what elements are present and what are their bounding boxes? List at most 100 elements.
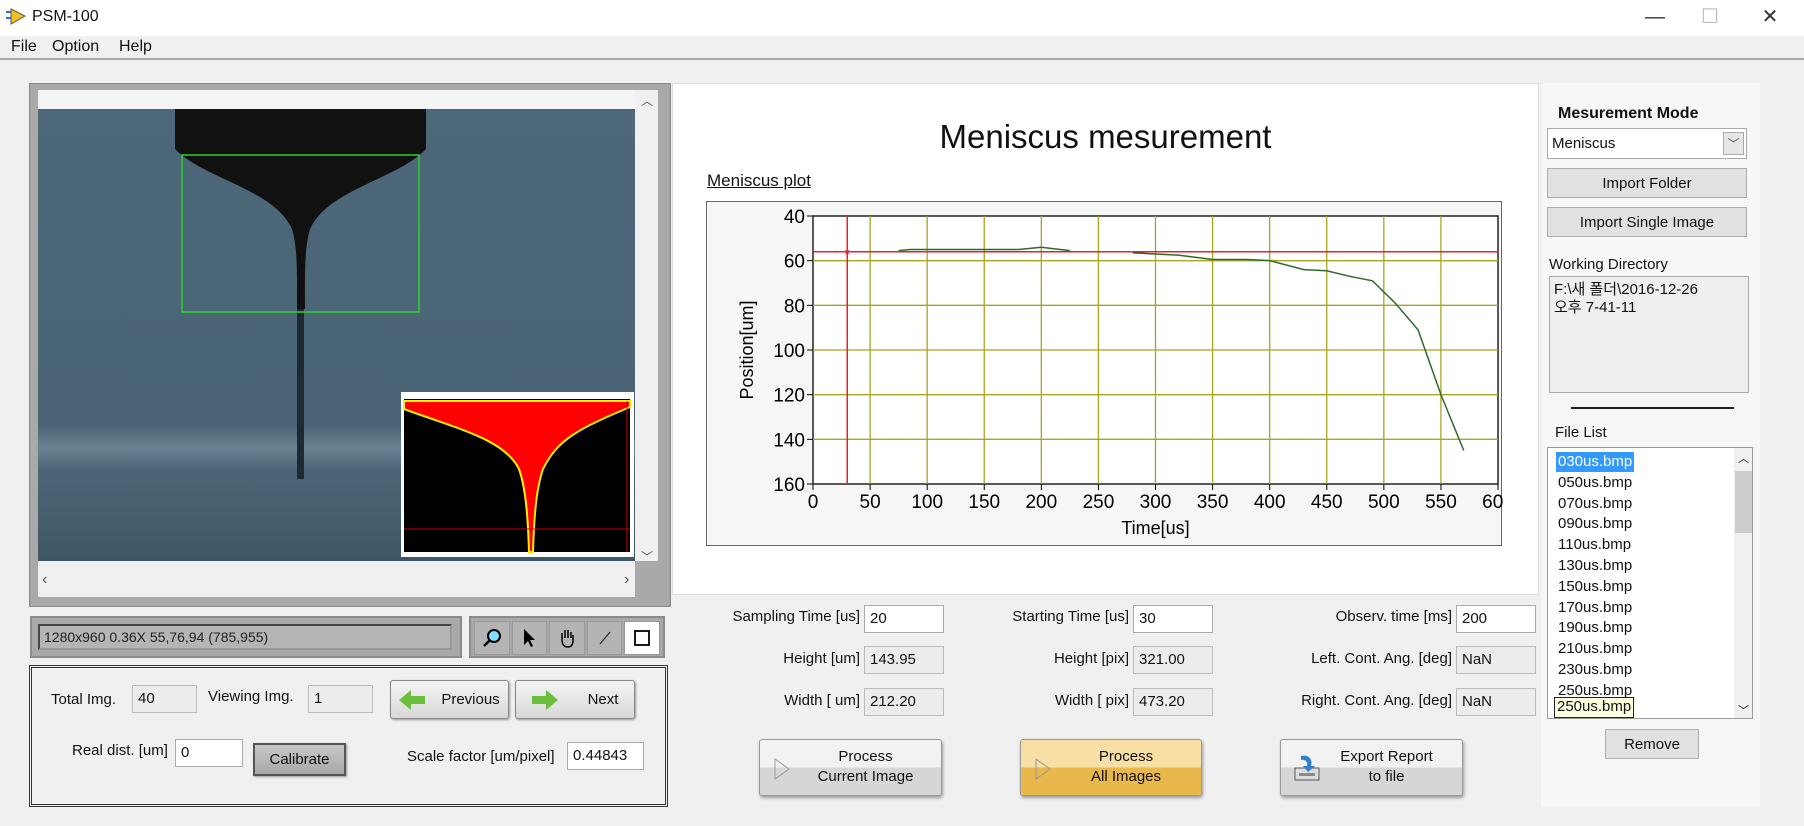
file-list-item[interactable]: 090us.bmp [1556, 514, 1634, 534]
width-um-label: Width [ um] [784, 692, 860, 709]
x-tick-label: 250 [1083, 492, 1115, 513]
pan-tool-button[interactable] [549, 621, 585, 655]
x-tick-label: 600 [1482, 492, 1503, 513]
scroll-down-icon[interactable]: ﹀ [1738, 702, 1749, 718]
arrow-right-icon [531, 689, 558, 710]
previous-button[interactable]: Previous [390, 680, 509, 719]
image-horizontal-scrollbar[interactable]: ‹ › [38, 561, 635, 597]
process-current-line2: Current Image [817, 768, 914, 785]
scale-factor-input[interactable]: 0.44843 [567, 742, 644, 770]
viewing-img-value: 1 [308, 685, 373, 713]
rectangle-tool-button[interactable] [624, 621, 660, 655]
x-tick-label: 200 [1025, 492, 1057, 513]
process-current-image-button[interactable]: Process Current Image [759, 739, 942, 796]
mode-label: Mesurement Mode [1558, 105, 1699, 122]
play-icon [774, 758, 790, 780]
file-list-item[interactable]: 230us.bmp [1556, 660, 1634, 680]
next-button[interactable]: Next [515, 680, 635, 719]
x-tick-label: 300 [1140, 492, 1172, 513]
starting-time-label: Starting Time [us] [1012, 608, 1129, 625]
height-pix-label: Height [pix] [1053, 650, 1129, 667]
working-dir-display: F:\새 폴더\2016-12-26 오후 7-41-11 [1549, 276, 1749, 393]
scroll-down-icon[interactable]: ﹀ [641, 548, 653, 565]
line-tool-button[interactable] [586, 621, 623, 655]
import-folder-button[interactable]: Import Folder [1547, 168, 1747, 198]
sampling-time-label: Sampling Time [us] [732, 608, 860, 625]
import-single-image-button[interactable]: Import Single Image [1547, 207, 1747, 237]
working-dir-label: Working Directory [1549, 256, 1668, 273]
export-report-button[interactable]: Export Report to file [1280, 739, 1463, 796]
x-tick-label: 550 [1425, 492, 1457, 513]
play-icon [1035, 758, 1051, 780]
sampling-time-input[interactable]: 20 [864, 605, 944, 633]
x-tick-label: 500 [1368, 492, 1400, 513]
zoom-tool-button[interactable] [474, 621, 510, 655]
remove-button[interactable]: Remove [1605, 729, 1699, 759]
calibrate-button[interactable]: Calibrate [253, 743, 346, 776]
file-list-item[interactable]: 070us.bmp [1556, 494, 1634, 514]
right-angle-value: NaN [1456, 688, 1536, 716]
observ-time-input[interactable]: 200 [1456, 605, 1536, 633]
menu-help[interactable]: Help [119, 38, 152, 56]
window-title: PSM-100 [32, 8, 99, 25]
scroll-up-icon[interactable]: ︿ [1738, 450, 1749, 466]
meniscus-chart: 0 50 100 150 200 250 300 350 400 450 500 550 600 40 60… [706, 201, 1514, 546]
mode-value: Meniscus [1552, 135, 1616, 152]
x-tick-label: 350 [1197, 492, 1229, 513]
file-list-item[interactable]: 030us.bmp [1556, 452, 1635, 472]
chart-svg: 0 50 100 150 200 250 300 350 400 450 500 550 600 40 60… [737, 207, 1514, 538]
chevron-down-icon[interactable]: ﹀ [1723, 132, 1744, 155]
file-list-item[interactable]: 190us.bmp [1556, 618, 1634, 638]
image-display[interactable] [38, 109, 635, 561]
scroll-right-icon[interactable]: › [624, 571, 629, 589]
real-dist-input[interactable]: 0 [175, 739, 243, 767]
arrow-cursor-icon [524, 629, 536, 647]
next-label: Next [587, 691, 619, 708]
y-axis-label: Position[um] [737, 300, 757, 399]
maximize-button[interactable]: ☐ [1690, 4, 1730, 30]
file-list-item[interactable]: 110us.bmp [1556, 535, 1633, 555]
height-pix-value: 321.00 [1133, 646, 1213, 674]
menu-file[interactable]: File [11, 38, 37, 56]
file-list-item[interactable]: 170us.bmp [1556, 598, 1634, 618]
scroll-left-icon[interactable]: ‹ [42, 571, 47, 589]
file-list-item[interactable]: 050us.bmp [1556, 473, 1634, 493]
y-tick-label: 140 [773, 430, 805, 451]
minimize-button[interactable]: — [1635, 4, 1675, 30]
x-axis-label: Time[us] [1121, 518, 1189, 538]
file-list-item[interactable]: 150us.bmp [1556, 577, 1634, 597]
pointer-tool-button[interactable] [511, 621, 548, 655]
previous-label: Previous [441, 691, 500, 708]
file-list[interactable]: 030us.bmp 050us.bmp 070us.bmp 090us.bmp 110u… [1547, 447, 1753, 719]
y-tick-label: 120 [773, 386, 805, 407]
mode-dropdown[interactable]: Meniscus ﹀ [1547, 128, 1747, 159]
title-bar: PSM-100 — ☐ ✕ [0, 0, 1804, 36]
width-pix-label: Width [ pix] [1054, 692, 1129, 709]
meniscus-inset [401, 392, 634, 557]
scale-factor-label: Scale factor [um/pixel] [407, 748, 555, 765]
total-img-label: Total Img. [51, 691, 117, 708]
magnifier-icon [482, 629, 501, 647]
y-tick-label: 60 [784, 252, 805, 273]
image-toolbar [469, 616, 665, 658]
menu-option[interactable]: Option [52, 38, 99, 56]
scroll-up-icon[interactable]: ︿ [641, 92, 653, 109]
file-list-item[interactable]: 210us.bmp [1556, 639, 1634, 659]
file-list-item[interactable]: 130us.bmp [1556, 556, 1634, 576]
y-tick-label: 100 [773, 341, 805, 362]
image-viewer-header [38, 90, 658, 109]
scroll-thumb[interactable] [1735, 471, 1752, 533]
working-dir-line2: 오후 7-41-11 [1554, 299, 1637, 316]
image-vertical-scrollbar[interactable]: ︿ ﹀ [635, 90, 658, 564]
export-line1: Export Report [1340, 748, 1433, 765]
image-status-bar: 1280x960 0.36X 55,76,94 (785,955) [30, 616, 462, 658]
hand-icon [561, 630, 574, 648]
starting-time-input[interactable]: 30 [1133, 605, 1213, 633]
x-tick-label: 100 [911, 492, 943, 513]
viewing-img-label: Viewing Img. [208, 688, 294, 705]
x-tick-label: 150 [968, 492, 1000, 513]
file-list-label: File List [1555, 424, 1607, 441]
process-all-images-button[interactable]: Process All Images [1020, 739, 1202, 796]
close-button[interactable]: ✕ [1750, 4, 1790, 30]
file-list-scrollbar[interactable]: ︿ ﹀ [1734, 448, 1752, 718]
